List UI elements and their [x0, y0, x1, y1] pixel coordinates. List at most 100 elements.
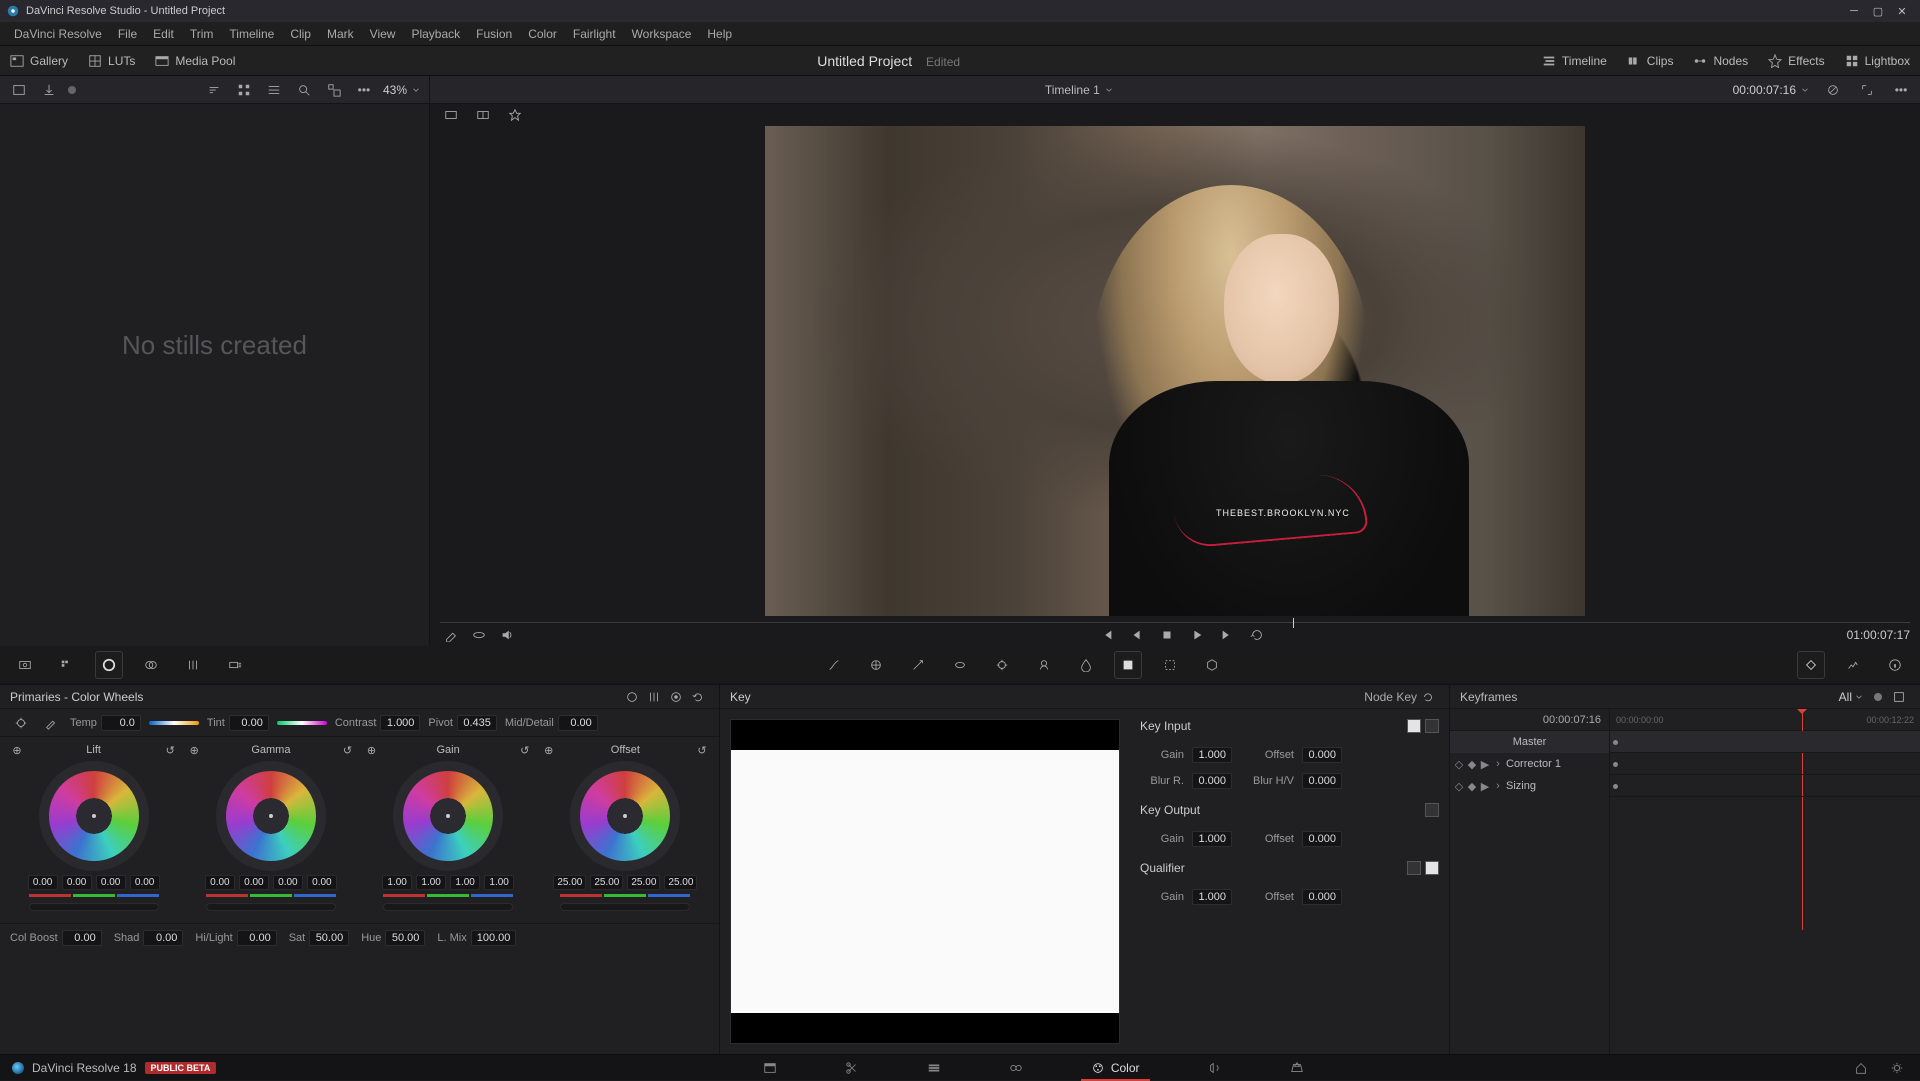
- lift-value-2[interactable]: 0.00: [96, 875, 126, 890]
- lift-value-3[interactable]: 0.00: [130, 875, 160, 890]
- bars-mode-icon[interactable]: [643, 686, 665, 708]
- stop-button[interactable]: [1156, 624, 1178, 646]
- offset-picker-icon[interactable]: ⊕: [542, 743, 556, 757]
- lift-value-0[interactable]: 0.00: [28, 875, 58, 890]
- lightbox-toggle[interactable]: Lightbox: [1835, 46, 1920, 76]
- color-wheels-icon[interactable]: [96, 652, 122, 678]
- gamma-picker-icon[interactable]: ⊕: [187, 743, 201, 757]
- stills-panel-icon[interactable]: [8, 79, 30, 101]
- unmix-icon[interactable]: [468, 624, 490, 646]
- menu-fairlight[interactable]: Fairlight: [565, 27, 624, 41]
- clips-toggle[interactable]: Clips: [1617, 46, 1684, 76]
- key-palette-icon[interactable]: [1115, 652, 1141, 678]
- menu-mark[interactable]: Mark: [319, 27, 362, 41]
- key-blurhv[interactable]: 0.000: [1302, 773, 1342, 789]
- adj-hue-value[interactable]: 50.00: [385, 930, 425, 946]
- lift-reset-icon[interactable]: ↺: [163, 743, 177, 757]
- gain-value-1[interactable]: 1.00: [416, 875, 446, 890]
- effects-toggle[interactable]: Effects: [1758, 46, 1834, 76]
- list-view-icon[interactable]: [263, 79, 285, 101]
- keyframes-panel-icon[interactable]: [1798, 652, 1824, 678]
- page-tab-cut[interactable]: [835, 1059, 869, 1077]
- page-tab-color[interactable]: Color: [1081, 1059, 1150, 1077]
- tracking-icon[interactable]: [989, 652, 1015, 678]
- gain-y-wheel[interactable]: [383, 903, 513, 911]
- gamma-value-1[interactable]: 0.00: [239, 875, 269, 890]
- home-button[interactable]: [1850, 1057, 1872, 1079]
- window-maximize-button[interactable]: ▢: [1866, 1, 1890, 21]
- kf-expand-icon[interactable]: [1888, 686, 1910, 708]
- menu-color[interactable]: Color: [520, 27, 565, 41]
- grid-view-icon[interactable]: [233, 79, 255, 101]
- kf-lock-icon[interactable]: ◇: [1454, 759, 1464, 769]
- auto-balance-icon[interactable]: [10, 712, 32, 734]
- key-output-offset[interactable]: 0.000: [1302, 831, 1342, 847]
- qualifier-invert-toggle[interactable]: [1425, 861, 1439, 875]
- key-output-invert-toggle[interactable]: [1425, 803, 1439, 817]
- kf-marker-icon[interactable]: [1874, 693, 1882, 701]
- next-clip-button[interactable]: [1216, 624, 1238, 646]
- window-close-button[interactable]: ✕: [1890, 1, 1914, 21]
- menu-trim[interactable]: Trim: [182, 27, 222, 41]
- thumbnail-size-icon[interactable]: [323, 79, 345, 101]
- wheels-mode-icon[interactable]: [621, 686, 643, 708]
- menu-fusion[interactable]: Fusion: [468, 27, 520, 41]
- offset-value-2[interactable]: 25.00: [627, 875, 660, 890]
- offset-y-wheel[interactable]: [560, 903, 690, 911]
- color-warper-icon[interactable]: [863, 652, 889, 678]
- playhead-marker[interactable]: [1293, 618, 1294, 628]
- hdr-wheels-icon[interactable]: [138, 652, 164, 678]
- step-back-button[interactable]: [1126, 624, 1148, 646]
- info-icon[interactable]: [1882, 652, 1908, 678]
- key-input-invert-toggle[interactable]: [1425, 719, 1439, 733]
- gain-picker-icon[interactable]: ⊕: [365, 743, 379, 757]
- gamma-value-0[interactable]: 0.00: [205, 875, 235, 890]
- key-input-offset[interactable]: 0.000: [1302, 747, 1342, 763]
- adj-colboost-value[interactable]: 0.00: [62, 930, 102, 946]
- adj-sat-value[interactable]: 50.00: [309, 930, 349, 946]
- gain-value-2[interactable]: 1.00: [450, 875, 480, 890]
- expand-viewer-icon[interactable]: [1856, 79, 1878, 101]
- color-checker-icon[interactable]: [54, 652, 80, 678]
- camera-raw-icon[interactable]: [12, 652, 38, 678]
- qualifier-icon[interactable]: [905, 652, 931, 678]
- sort-icon[interactable]: [203, 79, 225, 101]
- key-input-gain[interactable]: 1.000: [1192, 747, 1232, 763]
- blur-icon[interactable]: [1073, 652, 1099, 678]
- key-reset-icon[interactable]: [1417, 686, 1439, 708]
- menu-clip[interactable]: Clip: [282, 27, 319, 41]
- qualifier-offset[interactable]: 0.000: [1302, 889, 1342, 905]
- kf-expand-arrow-icon[interactable]: ›: [1493, 759, 1503, 769]
- node-key-label[interactable]: Node Key: [1364, 690, 1417, 704]
- offset-reset-icon[interactable]: ↺: [695, 743, 709, 757]
- bypass-grades-icon[interactable]: [1822, 79, 1844, 101]
- key-output-gain[interactable]: 1.000: [1192, 831, 1232, 847]
- tint-value[interactable]: 0.00: [229, 715, 269, 731]
- keyframes-all-label[interactable]: All: [1839, 690, 1852, 704]
- menu-edit[interactable]: Edit: [145, 27, 182, 41]
- gain-color-wheel[interactable]: [393, 761, 503, 871]
- menu-workspace[interactable]: Workspace: [624, 27, 700, 41]
- qualifier-matte-toggle[interactable]: [1407, 861, 1421, 875]
- nodes-toggle[interactable]: Nodes: [1683, 46, 1758, 76]
- timeline-selector[interactable]: Timeline 1: [1045, 83, 1114, 97]
- luts-toggle[interactable]: LUTs: [78, 46, 145, 76]
- page-tab-fairlight[interactable]: [1198, 1059, 1232, 1077]
- 3d-icon[interactable]: [1199, 652, 1225, 678]
- primaries-reset-icon[interactable]: [687, 686, 709, 708]
- picker-icon[interactable]: [440, 624, 462, 646]
- page-tab-media[interactable]: [753, 1059, 787, 1077]
- gamma-value-3[interactable]: 0.00: [307, 875, 337, 890]
- wb-picker-icon[interactable]: [40, 712, 62, 734]
- key-blurr[interactable]: 0.000: [1192, 773, 1232, 789]
- lift-value-1[interactable]: 0.00: [62, 875, 92, 890]
- curves-icon[interactable]: [821, 652, 847, 678]
- kf-row-corrector1[interactable]: ◇ ◆ ▶ › Corrector 1: [1450, 753, 1609, 775]
- scopes-icon[interactable]: [1840, 652, 1866, 678]
- gamma-y-wheel[interactable]: [206, 903, 336, 911]
- temp-slider[interactable]: [149, 721, 199, 725]
- marker-dot-icon[interactable]: [68, 86, 76, 94]
- kf-enable-icon[interactable]: ◆: [1467, 759, 1477, 769]
- image-wipe-icon[interactable]: [440, 104, 462, 126]
- lift-picker-icon[interactable]: ⊕: [10, 743, 24, 757]
